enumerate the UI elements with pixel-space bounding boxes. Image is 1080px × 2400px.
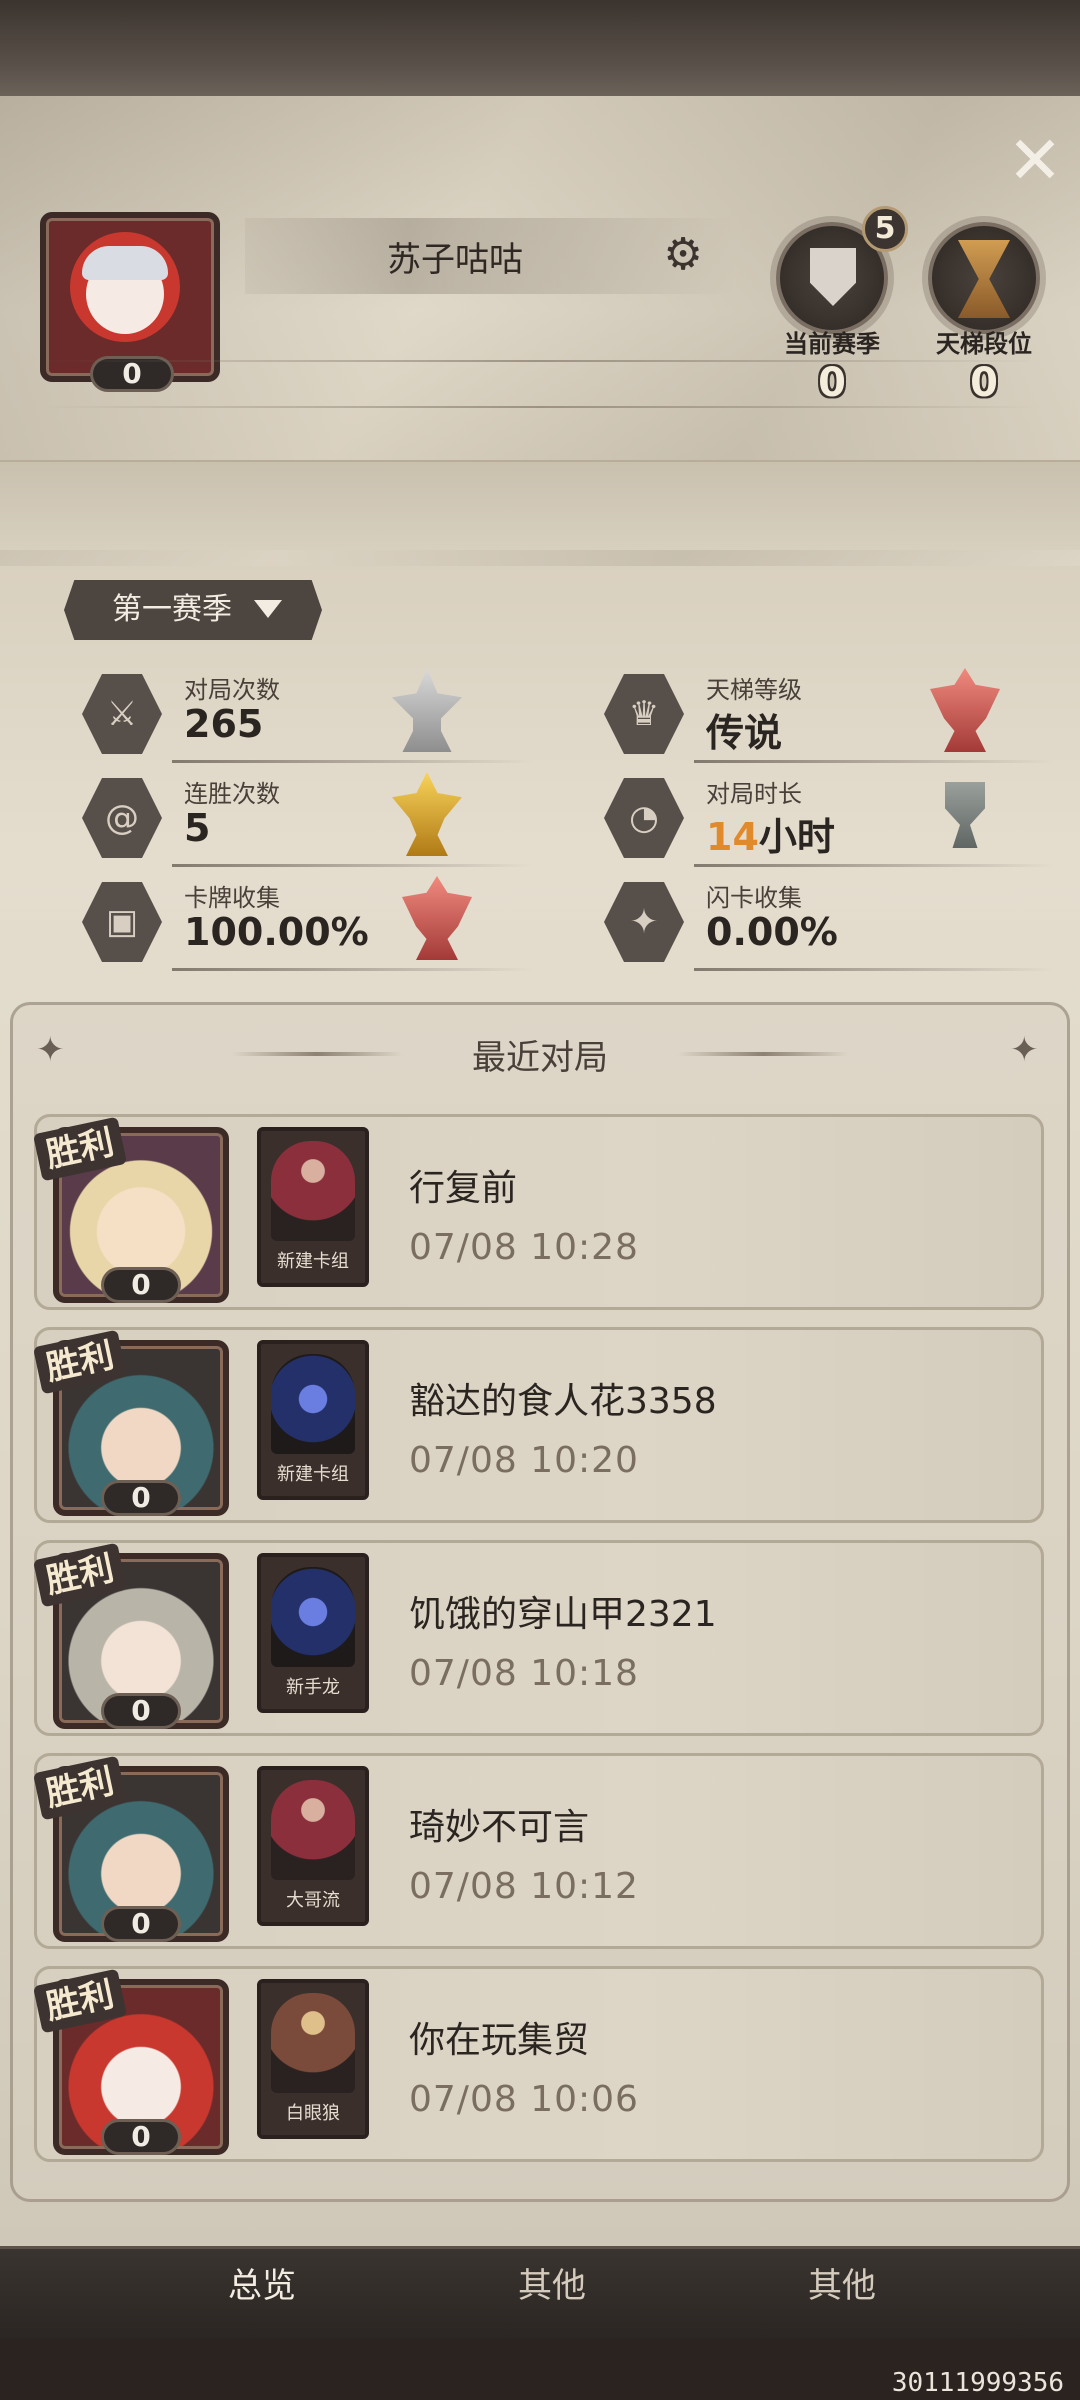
underline (694, 968, 1054, 971)
match-card[interactable]: 胜利 0 新建卡组 行复前 07/08 10:28 (32, 1114, 1044, 1310)
grey-trophy-icon (940, 782, 990, 848)
ladder-emblem[interactable] (928, 222, 1040, 334)
opponent-name: 行复前 (409, 1168, 518, 1209)
crown-icon: ♛ (604, 674, 684, 754)
deck-card: 新手龙 (257, 1553, 369, 1713)
play-time-number: 14 (706, 815, 759, 859)
hourglass-icon (958, 240, 1010, 318)
tab-other-2[interactable]: 其他 (742, 2258, 942, 2307)
stat-value: 14小时 (706, 806, 835, 861)
stat-label: 连胜次数 (184, 780, 280, 808)
stat-win-streak: @ 连胜次数 5 (82, 772, 532, 872)
stat-label: 对局次数 (184, 676, 280, 704)
deck-card: 白眼狼 (257, 1979, 369, 2139)
stat-label: 对局时长 (706, 780, 802, 808)
shield-icon (810, 248, 856, 306)
opponent-name: 饥饿的穿山甲2321 (409, 1594, 717, 1635)
stat-value: 265 (184, 702, 264, 746)
recent-matches-title: 最近对局 (472, 1038, 608, 1078)
stat-card-collection: ▣ 卡牌收集 100.00% (82, 876, 532, 976)
top-bar (0, 0, 1080, 96)
match-card[interactable]: 胜利 0 白眼狼 你在玩集贸 07/08 10:06 (32, 1966, 1044, 2162)
deck-art (271, 1993, 355, 2093)
match-card[interactable]: 胜利 0 大哥流 琦妙不可言 07/08 10:12 (32, 1753, 1044, 1949)
deck-art (271, 1354, 355, 1454)
opponent-level: 0 (101, 1693, 181, 1729)
underline (172, 760, 532, 763)
deck-name: 大哥流 (286, 1890, 340, 1911)
card-icon: ▣ (82, 882, 162, 962)
header-divider (0, 460, 1080, 550)
chevron-down-icon (254, 600, 282, 618)
stat-value: 传说 (706, 711, 783, 755)
underline (172, 968, 532, 971)
silver-trophy-icon (392, 668, 462, 752)
match-time: 07/08 10:20 (409, 1440, 639, 1481)
deck-name: 新手龙 (286, 1677, 340, 1698)
opponent-name: 豁达的食人花3358 (409, 1381, 717, 1422)
stat-flash-collection: ✦ 闪卡收集 0.00% (604, 876, 1054, 976)
match-card[interactable]: 胜利 0 新建卡组 豁达的食人花3358 07/08 10:20 (32, 1327, 1044, 1523)
red-trophy-icon (930, 668, 1000, 752)
swords-icon: ⚔ (82, 674, 162, 754)
stat-value: 0.00% (706, 910, 838, 954)
underline (694, 760, 1054, 763)
deck-name: 新建卡组 (277, 1251, 349, 1272)
opponent-name: 琦妙不可言 (409, 1807, 590, 1848)
match-time: 07/08 10:28 (409, 1227, 639, 1268)
match-time: 07/08 10:12 (409, 1866, 639, 1907)
deck-art (271, 1780, 355, 1880)
season-value: 0 (818, 360, 846, 406)
red-trophy-icon (402, 876, 472, 960)
divider-line (40, 360, 1040, 362)
stat-value: 100.00% (184, 910, 369, 954)
opponent-name: 你在玩集贸 (409, 2020, 590, 2061)
deck-card: 新建卡组 (257, 1340, 369, 1500)
match-time: 07/08 10:06 (409, 2079, 639, 2120)
season-badge: 5 (862, 206, 908, 252)
deck-card: 大哥流 (257, 1766, 369, 1926)
match-time: 07/08 10:18 (409, 1653, 639, 1694)
season-dropdown[interactable]: 第一赛季 (64, 580, 322, 640)
player-name: 苏子咕咕 (387, 240, 523, 280)
stat-label: 卡牌收集 (184, 884, 280, 912)
opponent-level: 0 (101, 1906, 181, 1942)
underline (694, 864, 1054, 867)
tab-other-1[interactable]: 其他 (452, 2258, 652, 2307)
clock-icon: ◔ (604, 778, 684, 858)
sparkle-card-icon: ✦ (604, 882, 684, 962)
gear-icon[interactable]: ⚙ (660, 232, 706, 278)
close-icon[interactable]: ✕ (1000, 126, 1070, 196)
ladder-label: 天梯段位 (936, 330, 1032, 358)
stat-label: 天梯等级 (706, 676, 802, 704)
spiral-icon: @ (82, 778, 162, 858)
season-dropdown-label: 第一赛季 (112, 592, 232, 627)
season-label: 当前赛季 (784, 330, 880, 358)
underline (172, 864, 532, 867)
stat-play-time: ◔ 对局时长 14小时 (604, 772, 1054, 872)
opponent-level: 0 (101, 2119, 181, 2155)
match-card[interactable]: 胜利 0 新手龙 饥饿的穿山甲2321 07/08 10:18 (32, 1540, 1044, 1736)
hair-shape (82, 246, 168, 280)
user-id: 30111999356 (891, 2368, 1064, 2398)
opponent-level: 0 (101, 1480, 181, 1516)
play-time-unit: 小时 (758, 815, 835, 859)
stat-ladder-rank: ♛ 天梯等级 传说 (604, 668, 1054, 768)
gold-trophy-icon (392, 772, 462, 856)
opponent-level: 0 (101, 1267, 181, 1303)
stat-label: 闪卡收集 (706, 884, 802, 912)
tab-overview[interactable]: 总览 (162, 2258, 362, 2307)
divider-line (40, 406, 1040, 408)
ladder-value: 0 (970, 360, 998, 406)
deck-name: 新建卡组 (277, 1464, 349, 1485)
deck-art (271, 1567, 355, 1667)
deck-art (271, 1141, 355, 1241)
deck-name: 白眼狼 (286, 2103, 340, 2124)
stat-value: 5 (184, 806, 211, 850)
stat-games: ⚔ 对局次数 265 (82, 668, 532, 768)
deck-card: 新建卡组 (257, 1127, 369, 1287)
